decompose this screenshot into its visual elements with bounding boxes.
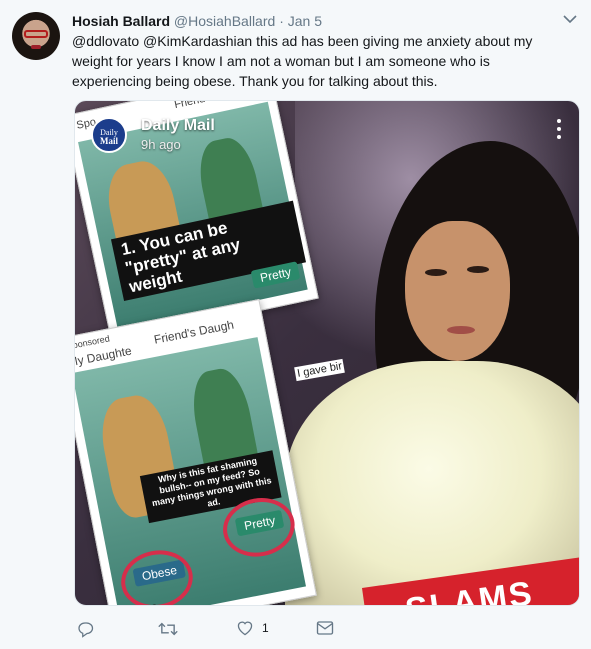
woman-lips <box>447 326 475 334</box>
avatar[interactable] <box>12 12 60 60</box>
top-tab-right: Friend's <box>173 100 214 112</box>
glasses-shape <box>24 30 48 38</box>
eye-left <box>425 269 447 276</box>
mention-ddlovato[interactable]: @ddlovato <box>72 33 139 49</box>
author-handle[interactable]: @HosiahBallard <box>174 13 275 29</box>
direct-message-button[interactable] <box>316 620 334 636</box>
side-note: I gave bir <box>294 358 346 382</box>
like-count: 1 <box>262 621 269 635</box>
source-time: 9h ago <box>141 137 181 152</box>
header-separator: · <box>279 13 284 29</box>
heart-icon <box>237 621 253 636</box>
mention-kimkardashian[interactable]: @KimKardashian <box>143 33 252 49</box>
tweet-header: Hosiah Ballard @HosiahBallard · Jan 5 <box>72 12 322 30</box>
retweet-button[interactable] <box>158 620 178 638</box>
source-name: Daily Mail <box>141 117 215 134</box>
tweet-text: @ddlovato @KimKardashian this ad has bee… <box>72 31 552 91</box>
reply-button[interactable] <box>76 620 94 638</box>
tweet-media-image[interactable]: SLAMS Spo Friend's 1. You can be "pretty… <box>74 100 580 606</box>
ad-tab-right: Friend's Daugh <box>152 317 235 347</box>
lips-shape <box>31 45 41 49</box>
woman-face <box>405 221 510 361</box>
reply-icon <box>78 622 94 638</box>
retweet-icon <box>158 622 178 636</box>
tweet-date[interactable]: Jan 5 <box>288 13 322 29</box>
more-options-icon <box>557 119 561 143</box>
logo-line2: Mail <box>100 136 118 146</box>
eye-right <box>467 266 489 273</box>
ad-screenshot-bottom: Sponsored My Daughte Friend's Daugh Why … <box>75 299 317 605</box>
tweet-body: this ad has been giving me anxiety about… <box>72 33 533 89</box>
daily-mail-logo: Daily Mail <box>91 117 127 153</box>
author-name[interactable]: Hosiah Ballard <box>72 13 170 29</box>
tweet-actions: 1 <box>76 620 376 640</box>
tweet-card[interactable]: Hosiah Ballard @HosiahBallard · Jan 5 @d… <box>0 0 591 649</box>
chevron-down-icon[interactable] <box>563 14 577 24</box>
like-button[interactable]: 1 <box>236 620 269 636</box>
envelope-icon <box>316 621 334 635</box>
